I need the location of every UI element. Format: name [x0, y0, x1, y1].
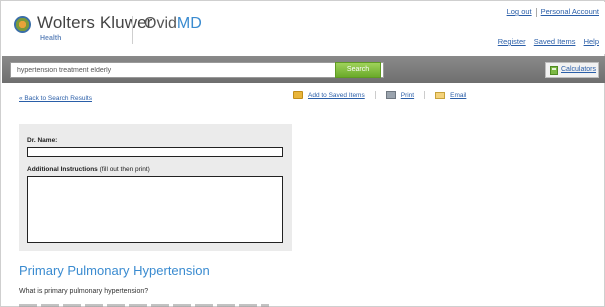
search-button[interactable]: Search	[335, 62, 381, 78]
action-separator	[424, 91, 426, 99]
header: Wolters Kluwer Health OvidMD Log out Pers…	[2, 2, 605, 54]
instructions-label: Additional Instructions (fill out then p…	[27, 166, 150, 173]
top-links: Log out Personal Account	[507, 7, 599, 17]
personal-account-link[interactable]: Personal Account	[541, 7, 599, 16]
article-title: Primary Pulmonary Hypertension	[19, 263, 210, 278]
doctor-name-field[interactable]	[27, 147, 283, 157]
calculator-icon	[550, 66, 558, 75]
back-to-results-link[interactable]: « Back to Search Results	[19, 95, 92, 102]
truncated-text-line	[19, 302, 269, 307]
add-to-saved-link[interactable]: Add to Saved Items	[308, 92, 365, 99]
printer-icon	[385, 91, 396, 99]
search-bar: Search Calculators	[2, 56, 605, 83]
help-link[interactable]: Help	[584, 37, 599, 46]
brand-subtitle: Health	[40, 35, 62, 42]
brand-name: Wolters Kluwer	[37, 13, 153, 32]
product-name-prefix: Ovid	[144, 15, 177, 32]
register-link[interactable]: Register	[498, 37, 526, 46]
saved-items-link[interactable]: Saved Items	[534, 37, 576, 46]
wolters-kluwer-logo-icon	[14, 16, 31, 33]
print-form-panel: Dr. Name: Additional Instructions (fill …	[19, 124, 292, 251]
search-input[interactable]	[10, 62, 384, 78]
folder-icon	[293, 91, 303, 99]
instructions-field[interactable]	[27, 176, 283, 243]
register-links: Register Saved Items Help	[492, 37, 599, 46]
action-separator	[374, 91, 376, 99]
action-toolbar: Add to Saved Items Print Email	[293, 91, 476, 99]
logout-link[interactable]: Log out	[507, 7, 532, 16]
print-link[interactable]: Print	[401, 92, 414, 99]
article-question: What is primary pulmonary hypertension?	[19, 288, 149, 295]
email-link[interactable]: Email	[450, 92, 466, 99]
instructions-label-text: Additional Instructions	[27, 166, 98, 173]
doctor-name-label-text: Dr. Name:	[27, 137, 58, 144]
doctor-name-label: Dr. Name:	[27, 137, 57, 144]
page-frame: Wolters Kluwer Health OvidMD Log out Pers…	[0, 0, 605, 307]
calculators-label: Calculators	[561, 66, 597, 73]
envelope-icon	[435, 91, 446, 99]
calculators-button[interactable]: Calculators	[545, 62, 599, 78]
link-separator	[535, 7, 537, 17]
instructions-hint: (fill out then print)	[97, 166, 150, 173]
product-name: OvidMD	[144, 15, 202, 33]
product-name-suffix: MD	[176, 15, 202, 32]
header-divider	[132, 16, 133, 44]
